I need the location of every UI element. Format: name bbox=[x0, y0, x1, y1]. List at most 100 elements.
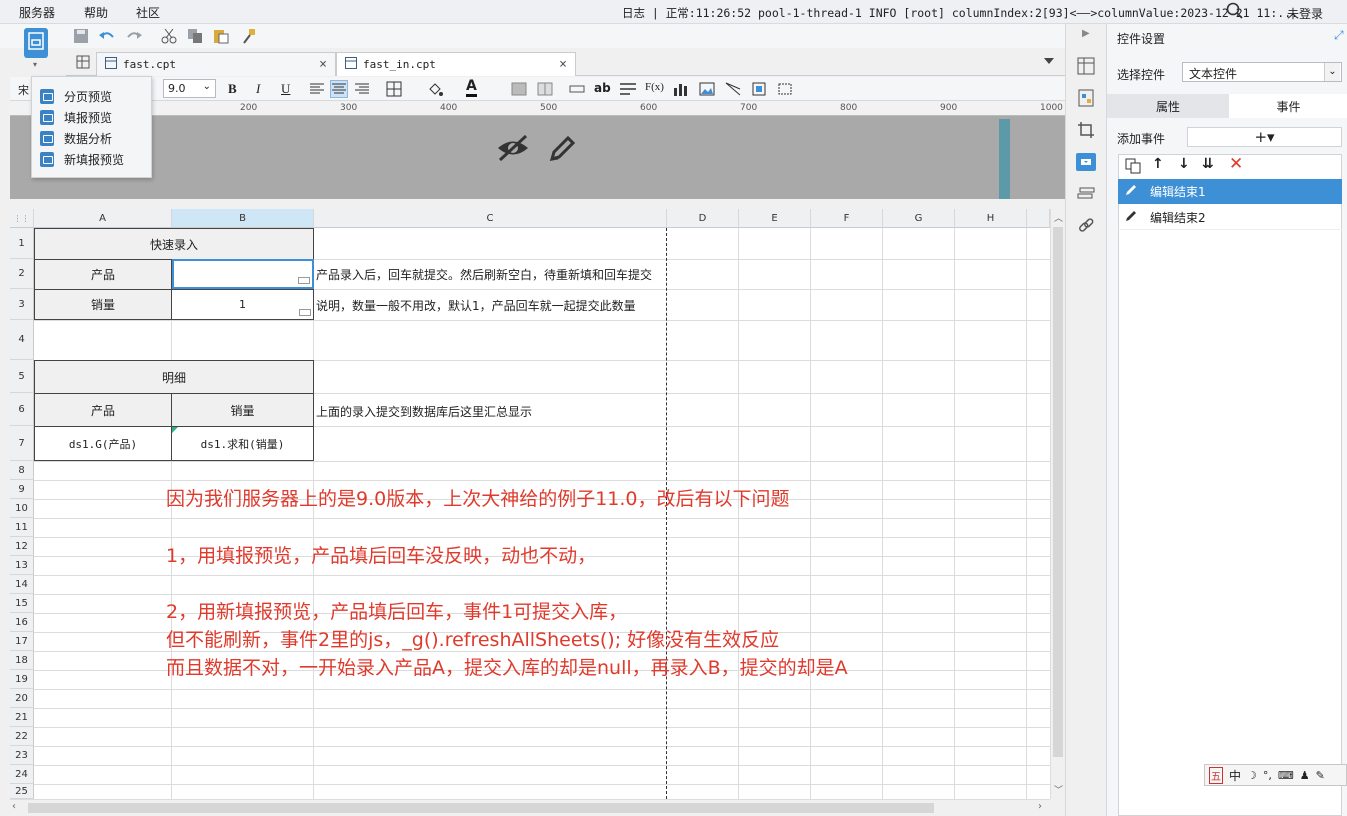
select-all-corner[interactable]: ⋮⋮ bbox=[10, 209, 34, 228]
row-header[interactable]: 18 bbox=[10, 651, 34, 670]
log-status[interactable]: 日志 | 正常:11:26:52 pool-1-thread-1 INFO [r… bbox=[622, 5, 1298, 21]
splitter-bar[interactable] bbox=[999, 119, 1010, 199]
formula-icon[interactable]: F(x) bbox=[645, 81, 664, 93]
menu-item-new-fill-preview[interactable]: 新填报预览 bbox=[40, 151, 124, 168]
row-header[interactable]: 9 bbox=[10, 480, 34, 499]
search-icon[interactable] bbox=[1226, 2, 1244, 23]
cell-a2[interactable]: 产品 bbox=[34, 259, 172, 290]
tab-properties[interactable]: 属性 bbox=[1107, 94, 1229, 118]
cell-a6[interactable]: 产品 bbox=[34, 393, 172, 427]
move-down-icon[interactable]: ↓ bbox=[1178, 156, 1190, 172]
collapse-arrow-icon[interactable]: ▶ bbox=[1082, 28, 1090, 39]
vertical-scrollbar[interactable]: ︿ ﹀ bbox=[1050, 209, 1065, 799]
preview-button[interactable] bbox=[24, 28, 48, 58]
fill-color-icon[interactable] bbox=[426, 80, 444, 98]
font-family-select[interactable]: 宋 bbox=[18, 82, 29, 98]
col-header-a[interactable]: A bbox=[34, 209, 172, 228]
row-header[interactable]: 25 bbox=[10, 784, 34, 799]
delete-icon[interactable]: ✕ bbox=[1229, 154, 1243, 174]
row-header[interactable]: 17 bbox=[10, 632, 34, 651]
slash-icon[interactable] bbox=[724, 80, 742, 98]
align-center-icon[interactable] bbox=[330, 80, 348, 98]
copy-icon[interactable] bbox=[1124, 157, 1142, 175]
ime-keyboard-icon[interactable]: ⌨ bbox=[1278, 769, 1294, 782]
col-header-g[interactable]: G bbox=[883, 209, 955, 228]
subreport-icon[interactable] bbox=[750, 80, 768, 98]
row-header[interactable]: 7 bbox=[10, 426, 34, 461]
row-header[interactable]: 16 bbox=[10, 613, 34, 632]
col-header-b[interactable]: B bbox=[172, 209, 314, 228]
cell-c2[interactable]: 产品录入后，回车就提交。然后刷新空白，待重新填和回车提交 bbox=[316, 266, 652, 283]
textbox-icon[interactable] bbox=[568, 80, 586, 98]
close-icon[interactable]: × bbox=[319, 57, 327, 72]
align-left-icon[interactable] bbox=[308, 80, 326, 98]
underline-icon[interactable]: U bbox=[281, 81, 290, 97]
bold-icon[interactable]: B bbox=[228, 81, 237, 97]
row-header[interactable]: 19 bbox=[10, 670, 34, 689]
copy-icon[interactable] bbox=[186, 27, 204, 45]
menu-item-data-analysis[interactable]: 数据分析 bbox=[40, 130, 112, 147]
scroll-right-icon[interactable]: › bbox=[1038, 801, 1042, 812]
col-header-h[interactable]: H bbox=[955, 209, 1027, 228]
cell-b6[interactable]: 销量 bbox=[171, 393, 314, 427]
row-header[interactable]: 12 bbox=[10, 537, 34, 556]
chart-icon[interactable] bbox=[672, 80, 690, 98]
row-header[interactable]: 4 bbox=[10, 320, 34, 360]
ime-moon-icon[interactable]: ☽ bbox=[1247, 769, 1257, 782]
row-header[interactable]: 14 bbox=[10, 575, 34, 594]
row-header[interactable]: 8 bbox=[10, 461, 34, 480]
tab-list-icon[interactable] bbox=[1042, 54, 1056, 71]
event-item-2[interactable]: 编辑结束2 bbox=[1118, 205, 1342, 230]
undo-icon[interactable] bbox=[98, 27, 116, 45]
login-link[interactable]: 未登录 bbox=[1287, 5, 1323, 22]
add-event-button[interactable]: +▾ bbox=[1187, 127, 1342, 147]
move-up-icon[interactable]: ↑ bbox=[1152, 156, 1164, 172]
col-header-c[interactable]: C bbox=[314, 209, 667, 228]
row-header[interactable]: 23 bbox=[10, 746, 34, 765]
format-painter-icon[interactable] bbox=[240, 27, 258, 45]
col-header-i[interactable] bbox=[1027, 209, 1050, 228]
row-header[interactable]: 20 bbox=[10, 689, 34, 708]
close-icon[interactable]: × bbox=[559, 57, 567, 72]
horizontal-scrollbar[interactable]: ‹ › bbox=[10, 799, 1050, 816]
widget-settings-icon[interactable] bbox=[1076, 153, 1096, 171]
row-header[interactable]: 15 bbox=[10, 594, 34, 613]
link-icon[interactable] bbox=[1077, 217, 1095, 235]
row-header[interactable]: 10 bbox=[10, 499, 34, 518]
cell-attr-icon[interactable] bbox=[1077, 89, 1095, 107]
row-header[interactable]: 13 bbox=[10, 556, 34, 575]
row-header[interactable]: 3 bbox=[10, 289, 34, 320]
scroll-up-icon[interactable]: ︿ bbox=[1054, 211, 1063, 224]
chevron-down-icon[interactable]: ▾ bbox=[33, 60, 37, 69]
col-header-f[interactable]: F bbox=[811, 209, 883, 228]
save-icon[interactable] bbox=[72, 27, 90, 45]
menu-community[interactable]: 社区 bbox=[136, 4, 160, 21]
cell-c6[interactable]: 上面的录入提交到数据库后这里汇总显示 bbox=[316, 403, 532, 420]
row-header[interactable]: 21 bbox=[10, 708, 34, 727]
row-header[interactable]: 24 bbox=[10, 765, 34, 784]
col-header-d[interactable]: D bbox=[667, 209, 739, 228]
cell-b7[interactable]: ds1.求和(销量) bbox=[171, 426, 314, 461]
cut-icon[interactable] bbox=[160, 27, 178, 45]
cell-element-icon[interactable] bbox=[1077, 57, 1095, 75]
menu-item-paged-preview[interactable]: 分页预览 bbox=[40, 88, 112, 105]
menu-item-fill-preview[interactable]: 填报预览 bbox=[40, 109, 112, 126]
menu-help[interactable]: 帮助 bbox=[84, 4, 108, 21]
ime-user-icon[interactable]: ♟ bbox=[1300, 769, 1310, 782]
row-header[interactable]: 22 bbox=[10, 727, 34, 746]
frame-icon[interactable] bbox=[776, 80, 794, 98]
row-header[interactable]: 11 bbox=[10, 518, 34, 537]
tab-fast-in-cpt[interactable]: fast_in.cpt × bbox=[336, 52, 576, 76]
italic-icon[interactable]: I bbox=[256, 81, 260, 97]
align-right-icon[interactable] bbox=[353, 80, 371, 98]
paragraph-icon[interactable] bbox=[619, 80, 637, 98]
condition-icon[interactable] bbox=[1077, 185, 1095, 203]
font-color-icon[interactable]: A bbox=[466, 78, 477, 97]
cell-c3[interactable]: 说明，数量一般不用改，默认1，产品回车就一起提交此数量 bbox=[316, 297, 636, 314]
move-bottom-icon[interactable]: ⇊ bbox=[1202, 156, 1214, 172]
hidden-eye-icon[interactable] bbox=[496, 133, 530, 166]
cell-a3[interactable]: 销量 bbox=[34, 289, 172, 320]
scroll-left-icon[interactable]: ‹ bbox=[12, 801, 16, 812]
cell-a5-merged[interactable]: 明细 bbox=[34, 360, 314, 394]
split-cell-icon[interactable] bbox=[536, 80, 554, 98]
